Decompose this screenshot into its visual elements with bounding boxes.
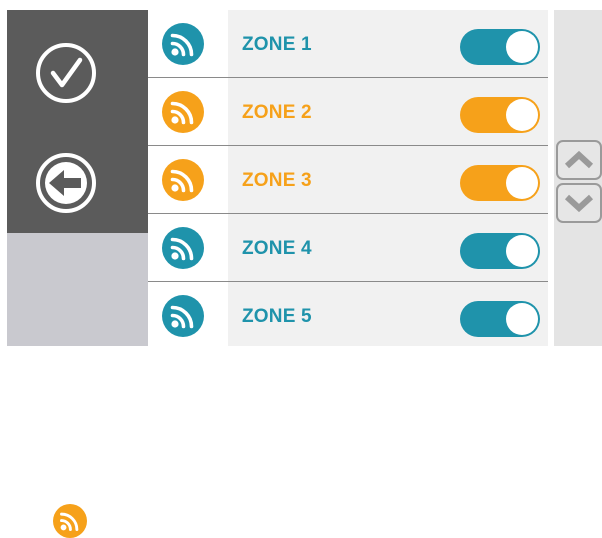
toggle-knob bbox=[506, 31, 538, 63]
zone-icon-cell bbox=[148, 214, 228, 281]
signal-icon bbox=[162, 91, 204, 133]
arrow-left-circle-icon bbox=[36, 153, 96, 213]
confirm-button[interactable] bbox=[35, 42, 97, 104]
back-button[interactable] bbox=[35, 152, 97, 214]
zone-toggle[interactable] bbox=[460, 29, 540, 65]
left-panel bbox=[7, 10, 148, 538]
signal-icon bbox=[162, 23, 204, 65]
zone-row[interactable]: ZONE 1 bbox=[148, 10, 548, 78]
signal-icon bbox=[162, 295, 204, 337]
signal-dot bbox=[60, 524, 67, 531]
zone-label: ZONE 3 bbox=[242, 170, 312, 191]
zone-label: ZONE 1 bbox=[242, 34, 312, 55]
signal-dot bbox=[171, 252, 179, 260]
zone-row[interactable]: ZONE 5 bbox=[148, 282, 548, 350]
chevron-up-icon bbox=[564, 150, 594, 169]
zone-list: ZONE 1 ZONE 2 ZONE 3 ZONE 4 ZONE 5 bbox=[148, 10, 548, 350]
left-panel-actions bbox=[7, 10, 148, 233]
zone-row[interactable]: ZONE 3 bbox=[148, 146, 548, 214]
zone-toggle[interactable] bbox=[460, 97, 540, 133]
scroll-up-button[interactable] bbox=[556, 140, 602, 180]
check-circle-icon bbox=[36, 43, 96, 103]
zone-icon-cell bbox=[148, 10, 228, 77]
signal-dot bbox=[171, 48, 179, 56]
signal-dot bbox=[171, 320, 179, 328]
zone-toggle[interactable] bbox=[460, 165, 540, 201]
toggle-knob bbox=[506, 99, 538, 131]
signal-icon bbox=[162, 159, 204, 201]
scroll-down-button[interactable] bbox=[556, 183, 602, 223]
zone-toggle[interactable] bbox=[460, 233, 540, 269]
zone-icon-cell bbox=[148, 78, 228, 145]
toggle-knob bbox=[506, 235, 538, 267]
chevron-down-icon bbox=[564, 194, 594, 213]
zone-label: ZONE 2 bbox=[242, 102, 312, 123]
zone-label: ZONE 5 bbox=[242, 306, 312, 327]
zone-icon-cell bbox=[148, 282, 228, 350]
signal-dot bbox=[171, 116, 179, 124]
signal-icon bbox=[53, 504, 87, 538]
signal-dot bbox=[171, 184, 179, 192]
toggle-knob bbox=[506, 303, 538, 335]
signal-icon bbox=[162, 227, 204, 269]
zone-row[interactable]: ZONE 2 bbox=[148, 78, 548, 146]
zone-row[interactable]: ZONE 4 bbox=[148, 214, 548, 282]
zone-toggle[interactable] bbox=[460, 301, 540, 337]
toggle-knob bbox=[506, 167, 538, 199]
zone-icon-cell bbox=[148, 146, 228, 213]
zone-label: ZONE 4 bbox=[242, 238, 312, 259]
left-panel-status bbox=[7, 233, 148, 538]
